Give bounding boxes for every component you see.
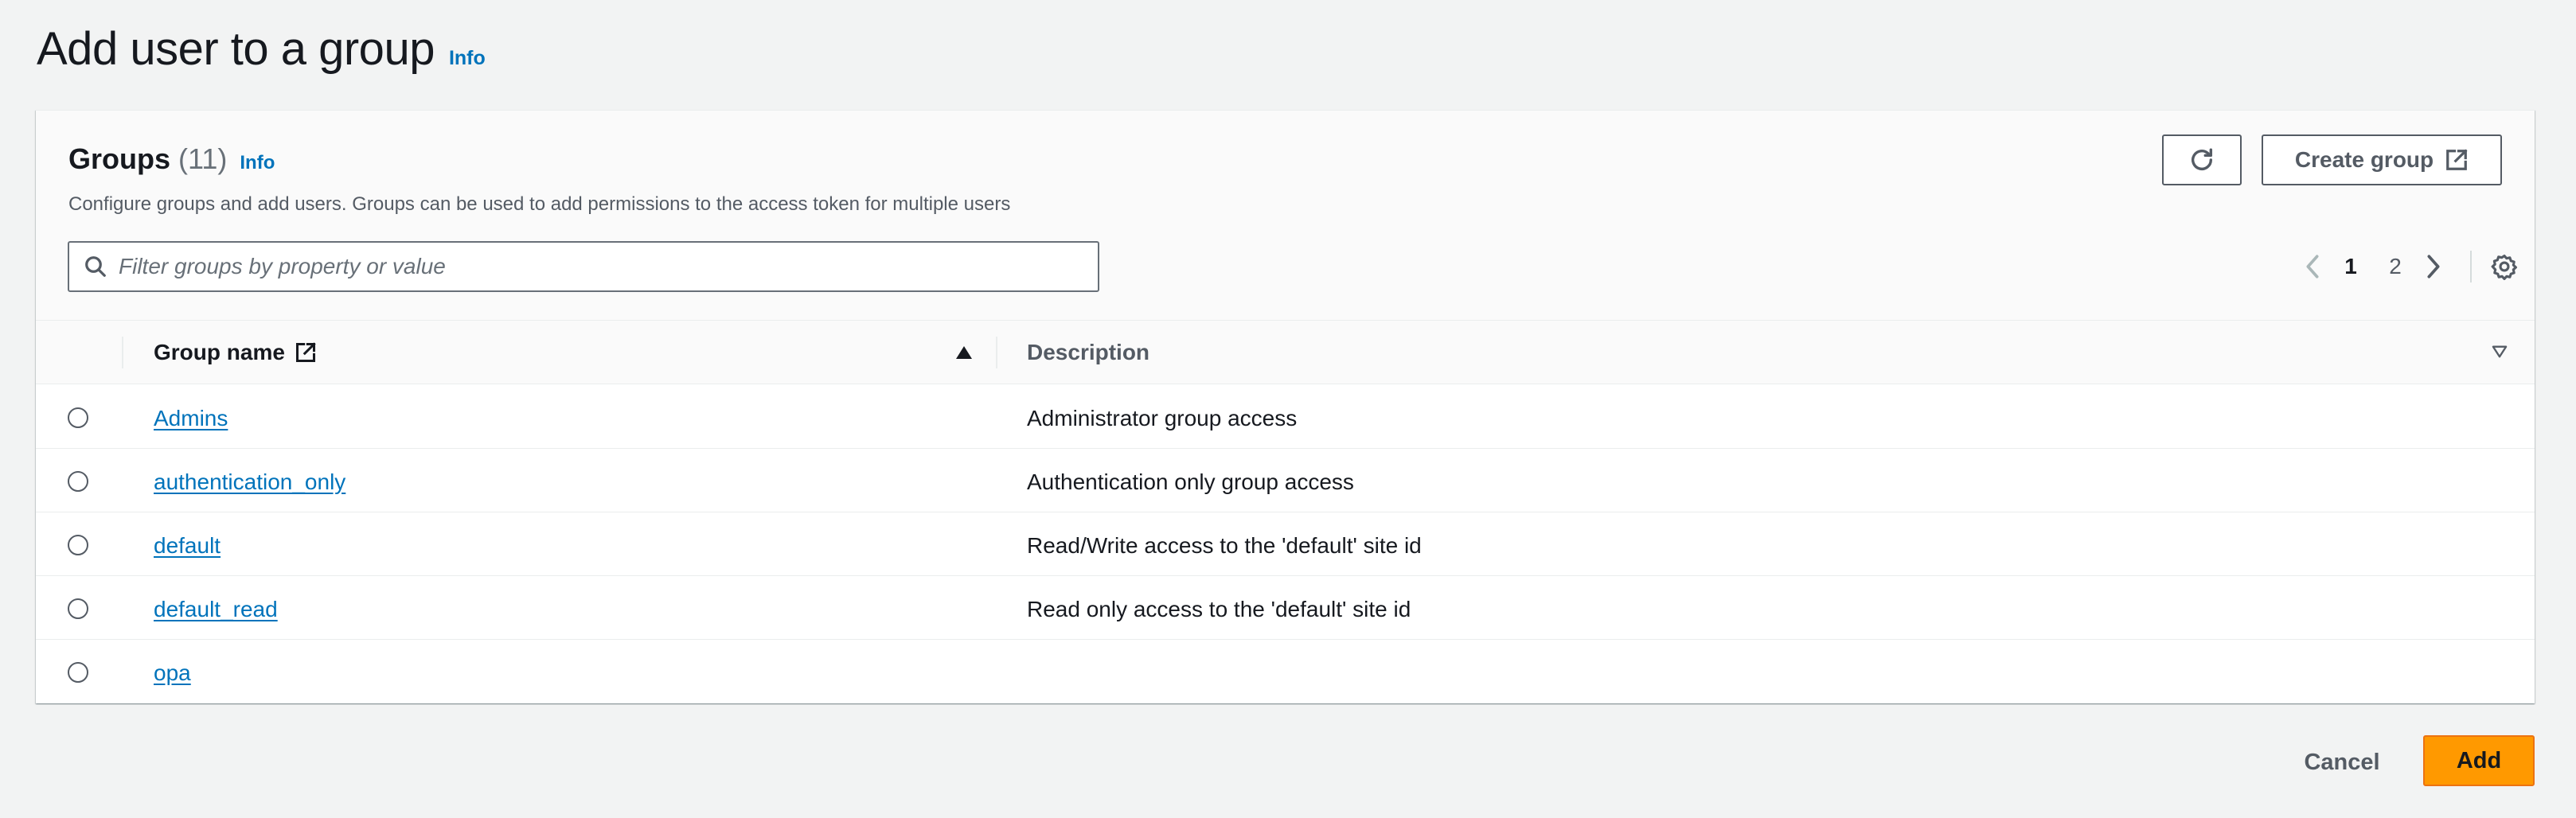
page-2-button[interactable]: 2 (2373, 254, 2418, 279)
row-radio[interactable] (68, 535, 88, 555)
row-radio[interactable] (68, 598, 88, 619)
table-row[interactable]: Admins Administrator group access (36, 385, 2535, 449)
column-header-group-name-label: Group name (154, 340, 285, 364)
settings-gear-icon[interactable] (2491, 253, 2518, 280)
page-title: Add user to a group (37, 23, 435, 75)
pagination: 1 2 (2297, 241, 2518, 292)
table-row[interactable]: default_read Read only access to the 'de… (36, 576, 2535, 640)
search-input[interactable] (119, 254, 1074, 279)
search-icon (84, 255, 107, 279)
group-name-link[interactable]: opa (154, 660, 191, 686)
group-description: Read only access to the 'default' site i… (1027, 597, 1411, 621)
search-box (68, 241, 1099, 292)
pagination-divider (2470, 251, 2472, 282)
group-description: Authentication only group access (1027, 469, 1354, 494)
row-radio[interactable] (68, 407, 88, 428)
page-1-button[interactable]: 1 (2328, 254, 2373, 279)
group-name-link[interactable]: default_read (154, 597, 278, 622)
group-description: Administrator group access (1027, 406, 1298, 430)
groups-title: Groups (68, 142, 171, 175)
group-name-link[interactable]: authentication_only (154, 469, 345, 495)
sort-ascending-icon[interactable] (954, 345, 974, 364)
table-header: Group name Description (36, 321, 2535, 384)
table-row[interactable]: default Read/Write access to the 'defaul… (36, 512, 2535, 576)
groups-description: Configure groups and add users. Groups c… (68, 193, 1011, 215)
sort-descending-icon[interactable] (2491, 345, 2508, 363)
refresh-icon (2188, 146, 2215, 173)
external-link-icon (2445, 148, 2469, 172)
next-page-icon[interactable] (2418, 253, 2449, 280)
column-header-group-name[interactable]: Group name (154, 340, 317, 365)
groups-header: Groups (11) Info Configure groups and ad… (36, 111, 2535, 321)
table-row[interactable]: authentication_only Authentication only … (36, 449, 2535, 512)
add-button[interactable]: Add (2423, 735, 2535, 786)
cancel-button[interactable]: Cancel (2293, 738, 2391, 786)
group-name-link[interactable]: Admins (154, 406, 228, 431)
column-header-description[interactable]: Description (1027, 340, 1149, 365)
groups-container: Groups (11) Info Configure groups and ad… (36, 110, 2535, 703)
column-divider (996, 337, 997, 368)
row-radio[interactable] (68, 471, 88, 492)
external-link-icon (295, 341, 317, 364)
page-header: Add user to a group Info (37, 22, 486, 76)
page-info-link[interactable]: Info (449, 47, 486, 70)
create-group-label: Create group (2294, 147, 2434, 172)
groups-info-link[interactable]: Info (240, 152, 275, 174)
group-description: Read/Write access to the 'default' site … (1027, 533, 1422, 558)
table-row[interactable]: opa (36, 640, 2535, 703)
row-radio[interactable] (68, 662, 88, 683)
groups-heading: Groups (11) Info (68, 142, 275, 176)
group-name-link[interactable]: default (154, 533, 221, 559)
previous-page-icon[interactable] (2297, 253, 2328, 280)
refresh-button[interactable] (2162, 134, 2242, 185)
groups-count: (11) (178, 142, 228, 175)
column-divider (122, 337, 123, 368)
create-group-button[interactable]: Create group (2262, 134, 2502, 185)
